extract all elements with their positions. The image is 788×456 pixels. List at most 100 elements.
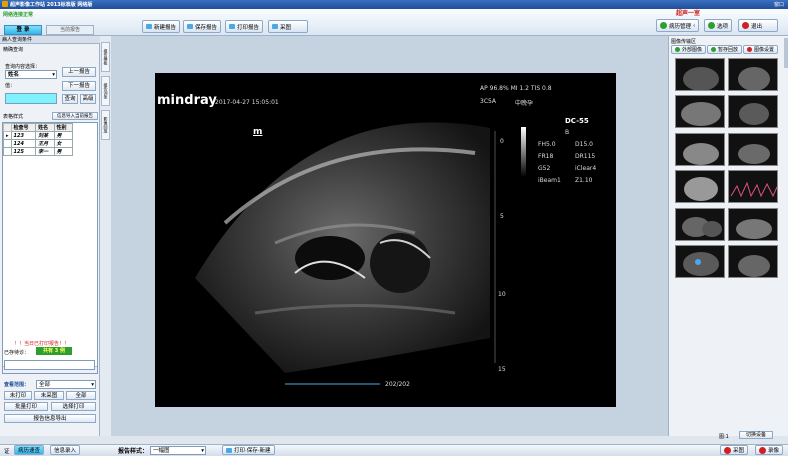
red-dot-icon xyxy=(759,446,766,454)
image-thumbnail[interactable] xyxy=(675,245,725,278)
info-entry-button[interactable]: 信息录入 xyxy=(50,445,81,455)
left-panel: 病人查询条件 精确查询 查询内容选择： 姓名 ▾ 上一报告 值： 下一报告 查询 … xyxy=(0,36,100,436)
app-icon xyxy=(2,1,8,7)
table-row[interactable]: 125 李一 男 xyxy=(3,147,74,156)
quick-lookup-button[interactable]: 病历速查 xyxy=(14,445,45,455)
external-images-button[interactable]: 外部图像 xyxy=(671,45,707,54)
red-dot-icon xyxy=(742,22,749,29)
image-thumbnail[interactable] xyxy=(728,170,778,203)
prev-report-button[interactable]: 上一报告 xyxy=(62,67,96,77)
param: Z1.10 xyxy=(575,177,593,184)
vertical-scrollbar[interactable] xyxy=(784,38,788,68)
image-thumbnail[interactable] xyxy=(675,95,725,128)
ultrasound-image[interactable]: mindray 2017-04-27 15:05:01 AP 96.8% MI … xyxy=(155,73,616,407)
green-dot-icon xyxy=(711,47,716,52)
batch-print-button[interactable]: 批量打印 xyxy=(4,402,48,411)
image-thumbnail[interactable] xyxy=(728,133,778,166)
window-menu[interactable]: 窗口 xyxy=(774,1,784,8)
list-style-label[interactable]: 表格样式 xyxy=(3,113,23,120)
next-report-button[interactable]: 下一报告 xyxy=(62,81,96,91)
right-panel: 图像传输区 外部图像 暂存回放 图像设置 图:1 切换设备 xyxy=(668,36,788,440)
arrow-icon xyxy=(226,447,232,453)
exam-datetime: 2017-04-27 15:05:01 xyxy=(215,99,279,106)
patient-table: 检查号 姓名 性别 ▸ 123 刘某 男 124 王月 女 125 李一 男 xyxy=(2,122,98,374)
param: FR18 xyxy=(538,153,554,160)
tab-report-template[interactable]: 报告模板 xyxy=(101,42,110,72)
table-cell: 刘某 xyxy=(35,131,55,140)
table-cell: 125 xyxy=(10,147,37,156)
exit-button[interactable]: 退出 xyxy=(738,19,778,32)
search-input[interactable] xyxy=(5,93,57,104)
param: D15.0 xyxy=(575,141,593,148)
table-header: 检查号 xyxy=(10,123,37,132)
image-settings-button[interactable]: 图像设置 xyxy=(743,45,779,54)
uncaptured-button[interactable]: 未采图 xyxy=(34,391,64,400)
printed-warning: ！！当日已打印报告！！ xyxy=(14,341,70,347)
unprinted-button[interactable]: 未打印 xyxy=(4,391,32,400)
select-print-button[interactable]: 选择打印 xyxy=(51,402,96,411)
depth-mark: 5 xyxy=(500,213,504,220)
tab-current-report[interactable]: 当前报告 xyxy=(46,25,94,35)
patient-query-header: 病人查询条件 xyxy=(0,36,100,44)
save-report-button[interactable]: 保存报告 xyxy=(183,20,222,33)
acoustic-power: AP 96.8% MI 1.2 TIS 0.8 xyxy=(480,85,552,92)
table-cell: 王月 xyxy=(35,139,55,148)
param: DR115 xyxy=(575,153,596,160)
all-button[interactable]: 全部 xyxy=(66,391,96,400)
note-input[interactable] xyxy=(4,360,95,370)
capture-button[interactable]: 采图 xyxy=(268,20,308,33)
image-transfer-header: 图像传输区 xyxy=(671,39,697,45)
import-info-button[interactable]: 信息导入当前报告 xyxy=(52,112,98,120)
table-header: 性别 xyxy=(53,123,74,132)
image-thumbnail[interactable] xyxy=(728,95,778,128)
tab-login[interactable]: 登 录 xyxy=(4,25,42,35)
image-thumbnail[interactable] xyxy=(728,208,778,241)
image-thumbnail[interactable] xyxy=(728,58,778,91)
bottom-bar: 证 病历速查 信息录入 报告样式： 一幅图 ▾ 打印·保存·新建 采图 录像 xyxy=(0,444,788,456)
view-range-select[interactable]: 全部 ▾ xyxy=(36,380,96,389)
options-button[interactable]: 选项 xyxy=(704,19,733,32)
param: FH5.0 xyxy=(538,141,556,148)
table-row[interactable]: ▸ 123 刘某 男 xyxy=(3,131,74,140)
record-button[interactable]: 录像 xyxy=(755,445,784,455)
ultrasound-scan-graphic xyxy=(195,122,496,385)
print-report-button[interactable]: 打印报告 xyxy=(225,20,264,33)
query-button[interactable]: 查询 xyxy=(62,94,78,104)
value-label: 值： xyxy=(5,83,16,89)
thumbnail-count: 图:1 xyxy=(719,434,729,440)
advanced-button[interactable]: 高级 xyxy=(80,94,96,104)
tab-image-playback[interactable]: 影像回放 xyxy=(101,110,110,140)
image-thumbnail[interactable] xyxy=(675,170,725,203)
top-toolbar: 网络连接正常 登 录 当前报告 新建报告 保存报告 打印报告 采图 超声一室 病… xyxy=(0,9,788,36)
view-range-label: 查看范围： xyxy=(4,382,30,388)
history-button[interactable]: 病历管理 ‹ xyxy=(656,19,700,32)
arrow-icon xyxy=(272,24,278,29)
print-save-new-button[interactable]: 打印·保存·新建 xyxy=(222,445,275,455)
green-dot-icon xyxy=(675,47,680,52)
depth-mark: 15 xyxy=(498,366,506,373)
image-thumbnail[interactable] xyxy=(675,208,725,241)
table-cell: 123 xyxy=(10,131,37,140)
bottom-item[interactable]: 证 xyxy=(4,447,10,455)
image-thumbnail[interactable] xyxy=(675,133,725,166)
arrow-icon xyxy=(187,24,193,29)
new-report-button[interactable]: 新建报告 xyxy=(142,20,181,33)
export-info-button[interactable]: 报告信息导出 xyxy=(4,414,96,423)
capture-bottom-button[interactable]: 采图 xyxy=(720,445,749,455)
table-row[interactable]: 124 王月 女 xyxy=(3,139,74,148)
exact-query-label: 精确查询 xyxy=(3,47,24,53)
waiting-count: 共有 3 例 xyxy=(36,347,72,355)
chevron-down-icon: ▾ xyxy=(52,72,55,78)
template-select[interactable]: 一幅图 ▾ xyxy=(150,446,206,455)
table-cell: 女 xyxy=(53,139,74,148)
field-select[interactable]: 姓名 ▾ xyxy=(5,70,57,79)
switch-device-button[interactable]: 切换设备 xyxy=(739,431,773,439)
connection-status: 网络连接正常 xyxy=(3,12,34,18)
row-pointer-icon: ▸ xyxy=(3,131,12,140)
temp-playback-button[interactable]: 暂存回放 xyxy=(707,45,743,54)
image-thumbnail[interactable] xyxy=(728,245,778,278)
table-header-row: 检查号 姓名 性别 xyxy=(3,123,74,132)
image-thumbnail[interactable] xyxy=(675,58,725,91)
thumbnail-grid xyxy=(671,56,781,416)
tab-report-terms[interactable]: 报告词条 xyxy=(101,76,110,106)
